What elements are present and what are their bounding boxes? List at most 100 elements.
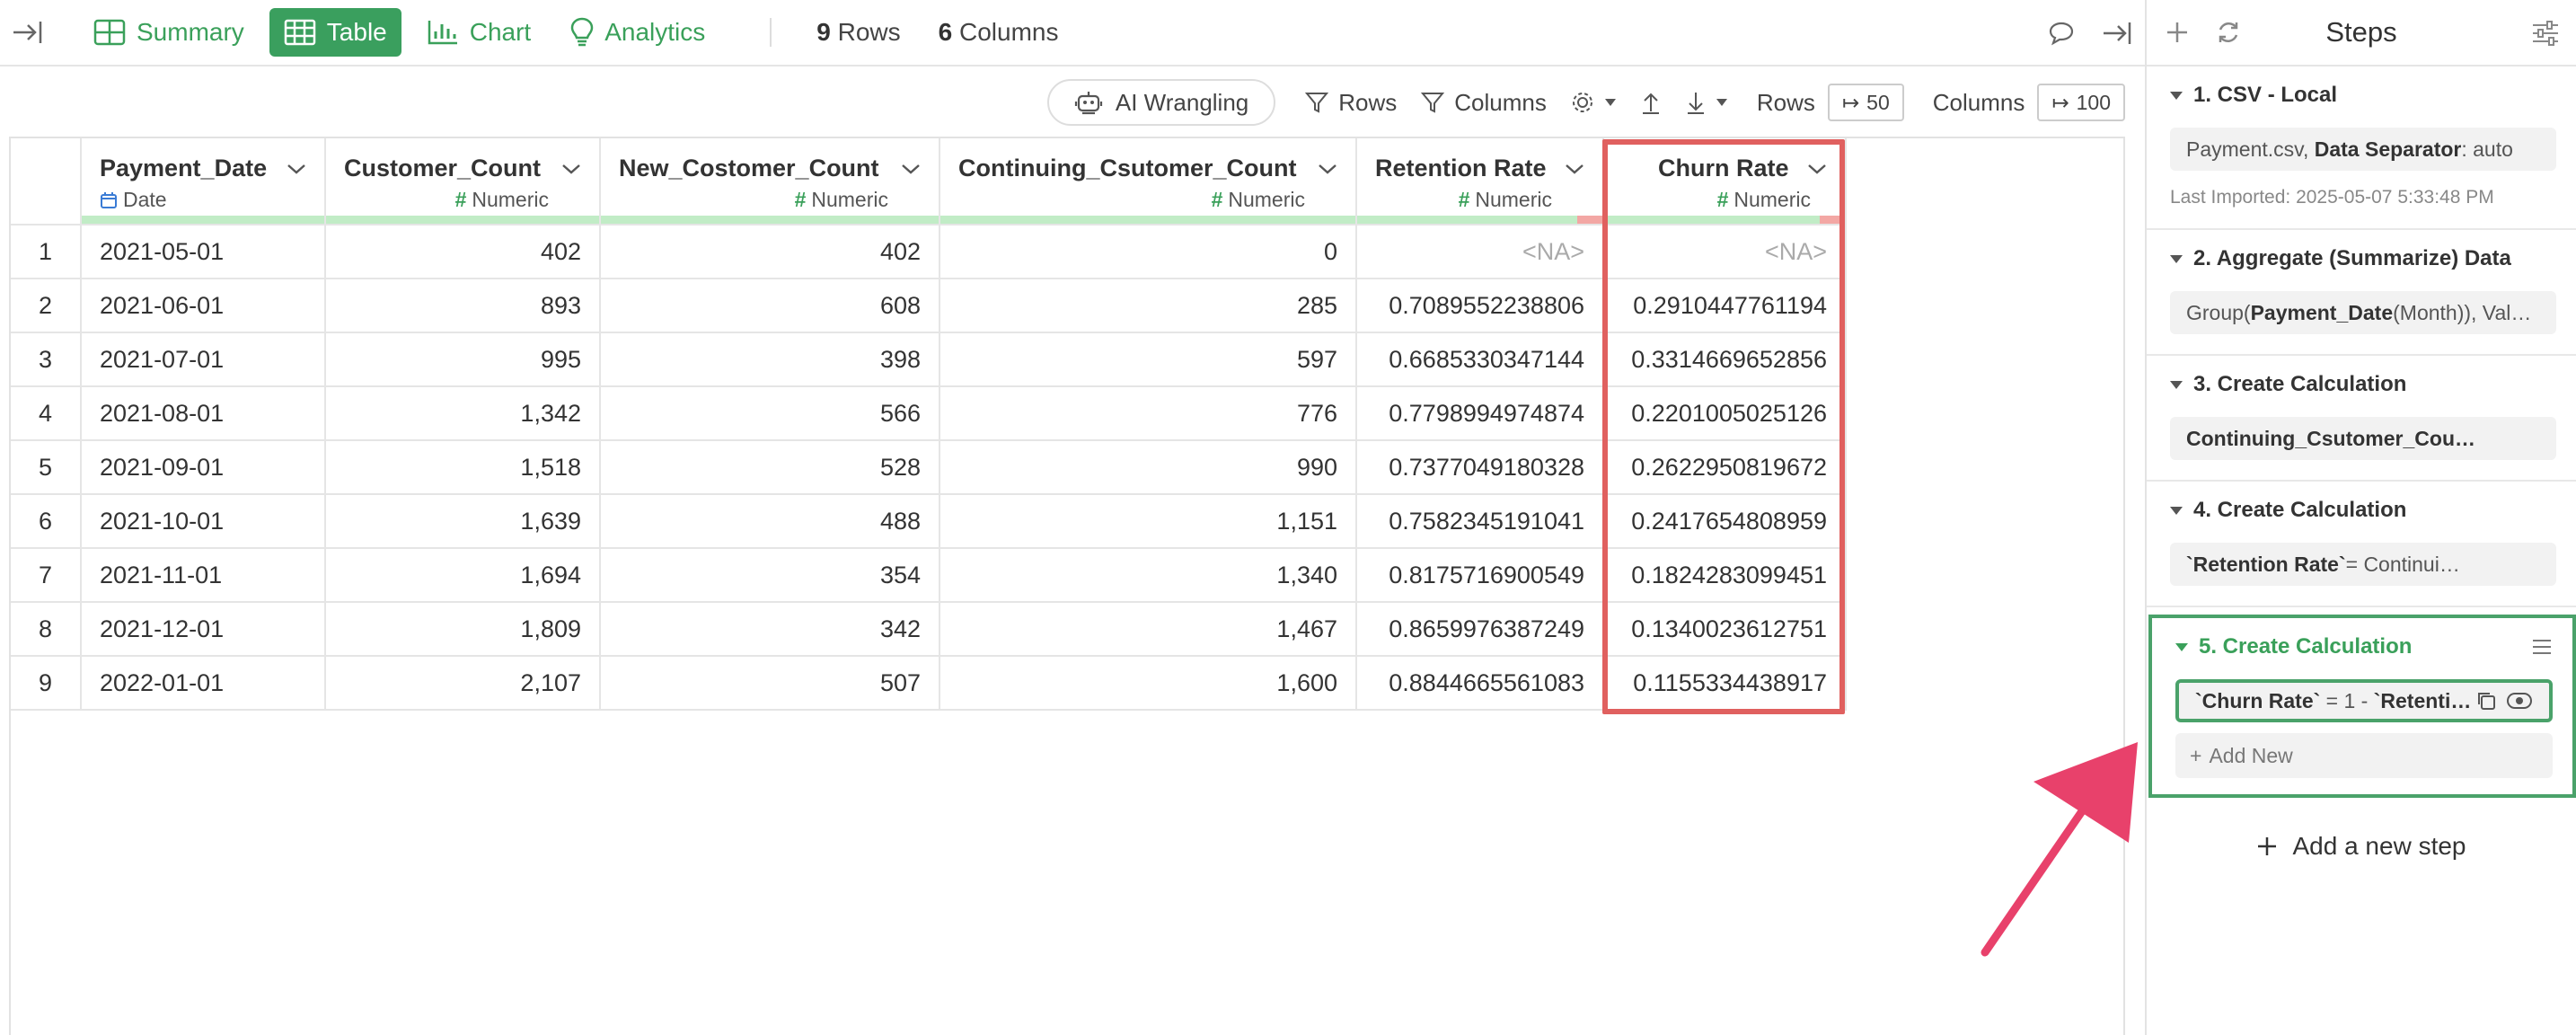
step-3[interactable]: 3. Create Calculation Continuing_Csutome… (2147, 356, 2576, 482)
table-cell[interactable]: 0.2622950819672 (1603, 440, 1847, 495)
step-4[interactable]: 4. Create Calculation `Retention Rate` =… (2147, 482, 2576, 607)
table-cell-date[interactable]: 2022-01-01 (81, 656, 326, 711)
table-cell[interactable]: 398 (600, 332, 940, 387)
table-cell[interactable]: 566 (600, 386, 940, 441)
table-cell[interactable]: 0.3314669652856 (1603, 332, 1847, 387)
table-cell-date[interactable]: 2021-12-01 (81, 602, 326, 657)
collapse-left-icon[interactable] (0, 0, 56, 66)
table-cell[interactable]: 995 (325, 332, 601, 387)
eye-icon[interactable] (2506, 691, 2533, 711)
table-cell[interactable]: 507 (600, 656, 940, 711)
table-cell[interactable]: 1,518 (325, 440, 601, 495)
upload-button[interactable] (1640, 90, 1662, 115)
column-header[interactable]: Retention Rate # Numeric (1356, 138, 1604, 226)
table-cell[interactable]: 1,151 (940, 494, 1357, 549)
table-cell[interactable]: 776 (940, 386, 1357, 441)
columns-filter-button[interactable]: Columns (1420, 89, 1547, 117)
table-cell[interactable]: 0.8844665561083 (1356, 656, 1604, 711)
table-cell[interactable]: 528 (600, 440, 940, 495)
table-cell[interactable]: 0.2417654808959 (1603, 494, 1847, 549)
tab-analytics[interactable]: Analytics (556, 8, 719, 57)
column-header[interactable]: Customer_Count # Numeric (325, 138, 601, 226)
table-cell[interactable]: 1,639 (325, 494, 601, 549)
table-cell[interactable]: 285 (940, 279, 1357, 333)
chevron-down-icon[interactable] (561, 163, 581, 175)
triangle-down-icon[interactable] (2170, 254, 2183, 263)
tab-summary[interactable]: Summary (79, 8, 259, 57)
table-cell[interactable]: 893 (325, 279, 601, 333)
table-cell-date[interactable]: 2021-08-01 (81, 386, 326, 441)
table-row[interactable]: 6 2021-10-01 1,639 488 1,151 0.7582345191041 0… (11, 494, 1847, 549)
table-cell[interactable]: 0.1824283099451 (1603, 548, 1847, 603)
table-cell[interactable]: 0.8175716900549 (1356, 548, 1604, 603)
table-row[interactable]: 3 2021-07-01 995 398 597 0.6685330347144 0.331… (11, 332, 1847, 387)
settings-dropdown[interactable] (1570, 90, 1617, 115)
chevron-down-icon[interactable] (1807, 163, 1827, 175)
table-cell[interactable]: <NA> (1356, 225, 1604, 279)
rows-filter-button[interactable]: Rows (1304, 89, 1397, 117)
triangle-down-icon[interactable] (2175, 642, 2188, 651)
comment-icon[interactable] (2048, 21, 2075, 46)
table-cell-date[interactable]: 2021-05-01 (81, 225, 326, 279)
columns-limit-input[interactable]: ↦ 100 (2037, 84, 2125, 121)
table-cell-date[interactable]: 2021-10-01 (81, 494, 326, 549)
tab-chart[interactable]: Chart (412, 8, 545, 57)
table-row[interactable]: 9 2022-01-01 2,107 507 1,600 0.8844665561083 0… (11, 656, 1847, 711)
table-cell[interactable]: 0.8659976387249 (1356, 602, 1604, 657)
rows-limit-input[interactable]: ↦ 50 (1827, 84, 1904, 121)
table-cell[interactable]: 342 (600, 602, 940, 657)
table-cell[interactable]: 597 (940, 332, 1357, 387)
column-header[interactable]: Continuing_Csutomer_Count # Numeric (940, 138, 1357, 226)
step-2[interactable]: 2. Aggregate (Summarize) Data Group(Paym… (2147, 230, 2576, 356)
table-cell[interactable]: 2,107 (325, 656, 601, 711)
table-cell-date[interactable]: 2021-11-01 (81, 548, 326, 603)
table-cell[interactable]: <NA> (1603, 225, 1847, 279)
step-1[interactable]: 1. CSV - Local Payment.csv, Data Separat… (2147, 66, 2576, 230)
chevron-down-icon[interactable] (1318, 163, 1337, 175)
table-row[interactable]: 8 2021-12-01 1,809 342 1,467 0.8659976387249 0… (11, 602, 1847, 657)
chevron-down-icon[interactable] (1565, 163, 1584, 175)
triangle-down-icon[interactable] (2170, 91, 2183, 100)
chevron-down-icon[interactable] (901, 163, 921, 175)
table-row[interactable]: 1 2021-05-01 402 402 0 <NA> <NA> (11, 225, 1847, 279)
menu-icon[interactable] (2531, 638, 2553, 656)
table-cell[interactable]: 1,694 (325, 548, 601, 603)
table-cell[interactable]: 488 (600, 494, 940, 549)
table-cell[interactable]: 402 (325, 225, 601, 279)
table-cell[interactable]: 0.7798994974874 (1356, 386, 1604, 441)
chevron-down-icon[interactable] (287, 163, 306, 175)
table-cell-date[interactable]: 2021-06-01 (81, 279, 326, 333)
step-detail[interactable]: Continuing_Csutomer_Cou… (2170, 417, 2556, 460)
step-formula[interactable]: `Churn Rate` = 1 - `Retenti… (2175, 679, 2553, 722)
table-cell[interactable]: 1,467 (940, 602, 1357, 657)
table-cell[interactable]: 402 (600, 225, 940, 279)
table-cell[interactable]: 990 (940, 440, 1357, 495)
step-5-active[interactable]: 5. Create Calculation `Churn Rate` = 1 -… (2148, 615, 2576, 798)
table-cell[interactable]: 1,342 (325, 386, 601, 441)
column-header-churn-rate[interactable]: Churn Rate # Numeric (1603, 138, 1847, 226)
table-cell-date[interactable]: 2021-09-01 (81, 440, 326, 495)
triangle-down-icon[interactable] (2170, 380, 2183, 389)
column-header[interactable]: Payment_Date Date (81, 138, 326, 226)
step-detail[interactable]: Group(Payment_Date (Month)), Val… (2170, 291, 2556, 334)
add-step-button[interactable]: Add a new step (2147, 832, 2576, 861)
table-row[interactable]: 2 2021-06-01 893 608 285 0.7089552238806 0.291… (11, 279, 1847, 333)
table-cell[interactable]: 0.1155334438917 (1603, 656, 1847, 711)
table-cell[interactable]: 0.7377049180328 (1356, 440, 1604, 495)
table-cell[interactable]: 0.1340023612751 (1603, 602, 1847, 657)
table-cell[interactable]: 608 (600, 279, 940, 333)
step-detail[interactable]: `Retention Rate` = Continui… (2170, 543, 2556, 586)
tab-table[interactable]: Table (269, 8, 401, 57)
triangle-down-icon[interactable] (2170, 506, 2183, 515)
table-cell[interactable]: 0.6685330347144 (1356, 332, 1604, 387)
add-new-button[interactable]: + Add New (2175, 733, 2553, 778)
table-row[interactable]: 5 2021-09-01 1,518 528 990 0.7377049180328 0.2… (11, 440, 1847, 495)
table-cell-date[interactable]: 2021-07-01 (81, 332, 326, 387)
ai-wrangling-button[interactable]: AI Wrangling (1046, 79, 1276, 126)
collapse-right-icon[interactable] (2100, 21, 2132, 46)
table-cell[interactable]: 0 (940, 225, 1357, 279)
sliders-icon[interactable] (2531, 20, 2560, 47)
table-row[interactable]: 4 2021-08-01 1,342 566 776 0.7798994974874 0.2… (11, 386, 1847, 441)
table-cell[interactable]: 0.2910447761194 (1603, 279, 1847, 333)
copy-icon[interactable] (2475, 690, 2497, 712)
